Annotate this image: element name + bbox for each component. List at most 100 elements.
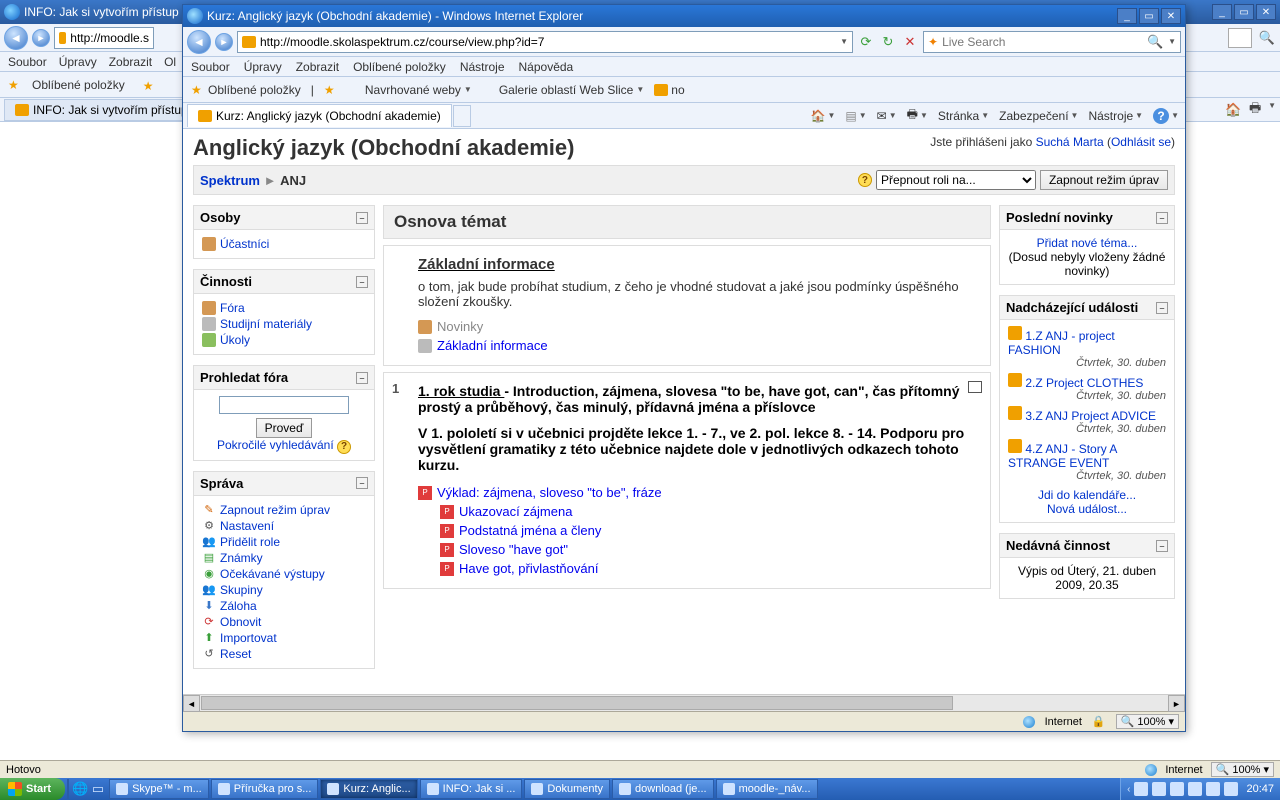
block-config-icon[interactable]: –	[356, 276, 368, 288]
compat-view-icon[interactable]: ⟳	[857, 33, 875, 51]
resource-link[interactable]: Výklad: zájmena, sloveso "to be", fráze	[437, 485, 662, 500]
taskbar-item[interactable]: Skype™ - m...	[109, 779, 209, 799]
turn-editing-on-button[interactable]: Zapnout režim úprav	[1040, 170, 1168, 190]
topic-only-icon[interactable]	[968, 381, 982, 393]
admin-item[interactable]: ⬆Importovat	[202, 630, 366, 646]
fg-horizontal-scrollbar[interactable]: ◄ ►	[183, 694, 1185, 711]
admin-link[interactable]: Importovat	[220, 631, 277, 645]
tray-icon[interactable]	[1188, 782, 1202, 796]
admin-link[interactable]: Přidělit role	[220, 535, 280, 549]
goto-calendar-link[interactable]: Jdi do kalendáře...	[1038, 488, 1136, 502]
admin-link[interactable]: Zapnout režim úprav	[220, 503, 330, 517]
scroll-thumb[interactable]	[201, 696, 953, 710]
admin-link[interactable]: Nastavení	[220, 519, 274, 533]
forum-search-input[interactable]	[219, 396, 349, 414]
advanced-search-link[interactable]: Pokročilé vyhledávání	[217, 438, 334, 452]
resources-link[interactable]: Studijní materiály	[220, 317, 312, 331]
menu-tools[interactable]: Nástroje	[460, 60, 505, 74]
bg-minimize-button[interactable]: _	[1212, 4, 1232, 20]
role-select[interactable]: Přepnout roli na...	[876, 170, 1036, 190]
admin-item[interactable]: ↺Reset	[202, 646, 366, 662]
tray-icon[interactable]	[1152, 782, 1166, 796]
admin-item[interactable]: ⚙Nastavení	[202, 518, 366, 534]
admin-item[interactable]: ⟳Obnovit	[202, 614, 366, 630]
bg-maximize-button[interactable]: ▭	[1234, 4, 1254, 20]
event-link[interactable]: 4.Z ANJ - Story A STRANGE EVENT	[1008, 442, 1117, 470]
admin-item[interactable]: 👥Přidělit role	[202, 534, 366, 550]
topic-0-title[interactable]: Základní informace	[418, 256, 555, 273]
block-config-icon[interactable]: –	[356, 372, 368, 384]
taskbar-item[interactable]: moodle-_náv...	[716, 779, 818, 799]
scroll-left-button[interactable]: ◄	[183, 695, 200, 712]
page-menu[interactable]: Stránka▼	[936, 109, 991, 123]
logout-link[interactable]: Odhlásit se	[1111, 135, 1171, 149]
block-config-icon[interactable]: –	[1156, 540, 1168, 552]
tray-icon[interactable]	[1170, 782, 1184, 796]
help-button[interactable]: ?▼	[1151, 108, 1181, 124]
fg-restore-button[interactable]: ▭	[1139, 8, 1159, 24]
basic-info-link[interactable]: Základní informace	[437, 338, 548, 353]
taskbar-item[interactable]: Kurz: Anglic...	[320, 779, 417, 799]
chevron-down-icon[interactable]: ▼	[1268, 101, 1276, 119]
assignments-link[interactable]: Úkoly	[220, 333, 250, 347]
stop-icon[interactable]: ✕	[901, 33, 919, 51]
refresh-icon[interactable]: ↻	[879, 33, 897, 51]
bg-back-button[interactable]: ◄	[4, 26, 28, 50]
tray-expand-icon[interactable]: ‹	[1127, 784, 1130, 795]
fg-minimize-button[interactable]: _	[1117, 8, 1137, 24]
admin-link[interactable]: Známky	[220, 551, 263, 565]
print-button[interactable]: 🖶▼	[905, 105, 930, 126]
print-icon[interactable]: 🖶	[1246, 101, 1264, 119]
fav-link-no[interactable]: no	[654, 83, 684, 97]
bg-close-button[interactable]: ✕	[1256, 4, 1276, 20]
bg-search-icon[interactable]: 🔍	[1258, 29, 1276, 47]
new-tab-button[interactable]	[453, 105, 471, 127]
help-icon[interactable]: ?	[337, 440, 351, 454]
admin-link[interactable]: Reset	[220, 647, 251, 661]
menu-help[interactable]: Nápověda	[519, 60, 574, 74]
fg-address-bar[interactable]: http://moodle.skolaspektrum.cz/course/vi…	[237, 31, 853, 53]
tray-clock[interactable]: 20:47	[1246, 783, 1274, 795]
tray-icon[interactable]	[1134, 782, 1148, 796]
resource-link[interactable]: Have got, přivlastňování	[459, 561, 598, 576]
participants-link[interactable]: Účastníci	[220, 237, 269, 251]
menu-edit[interactable]: Úpravy	[244, 60, 282, 74]
help-icon[interactable]: ?	[858, 173, 872, 187]
event-link[interactable]: 3.Z ANJ Project ADVICE	[1025, 409, 1156, 423]
event-link[interactable]: 2.Z Project CLOTHES	[1025, 376, 1143, 390]
news-forum-link[interactable]: Novinky	[437, 319, 483, 334]
menu-favorites[interactable]: Oblíbené položky	[353, 60, 446, 74]
taskbar-item[interactable]: Příručka pro s...	[211, 779, 319, 799]
bg-menu-edit[interactable]: Úpravy	[59, 55, 97, 69]
event-link[interactable]: 1.Z ANJ - project FASHION	[1008, 329, 1115, 357]
bg-menu-fav[interactable]: Ol	[164, 55, 176, 69]
home-button[interactable]: 🏠▼	[809, 109, 838, 123]
menu-file[interactable]: Soubor	[191, 60, 230, 74]
quick-launch-ie-icon[interactable]: 🌐	[71, 780, 89, 798]
tools-menu[interactable]: Nástroje▼	[1086, 109, 1145, 123]
quick-launch-desktop-icon[interactable]: ▭	[89, 780, 107, 798]
resource-link[interactable]: Podstatná jména a členy	[459, 523, 601, 538]
admin-item[interactable]: ▤Známky	[202, 550, 366, 566]
resource-link[interactable]: Sloveso "have got"	[459, 542, 568, 557]
admin-item[interactable]: ◉Očekávané výstupy	[202, 566, 366, 582]
fg-zoom[interactable]: 🔍 100% ▾	[1116, 714, 1179, 729]
bg-address-bar[interactable]: http://moodle.s	[54, 27, 154, 49]
block-config-icon[interactable]: –	[356, 212, 368, 224]
new-event-link[interactable]: Nová událost...	[1047, 502, 1127, 516]
start-button[interactable]: Start	[0, 778, 65, 800]
safety-menu[interactable]: Zabezpečení▼	[997, 109, 1080, 123]
fg-search-box[interactable]: ✦ Live Search 🔍 ▼	[923, 31, 1181, 53]
bg-zoom[interactable]: 🔍 100% ▾	[1211, 762, 1274, 777]
chevron-down-icon[interactable]: ▼	[1168, 37, 1176, 46]
taskbar-item[interactable]: download (je...	[612, 779, 714, 799]
admin-item[interactable]: ⬇Záloha	[202, 598, 366, 614]
admin-link[interactable]: Skupiny	[220, 583, 263, 597]
suggested-sites-link[interactable]: Navrhované weby ▼	[348, 83, 472, 97]
tray-icon[interactable]	[1224, 782, 1238, 796]
mail-button[interactable]: ✉▼	[875, 109, 899, 123]
favorites-button[interactable]: ★Oblíbené položky	[191, 83, 301, 97]
chevron-down-icon[interactable]: ▼	[840, 37, 848, 46]
fg-close-button[interactable]: ✕	[1161, 8, 1181, 24]
tray-icon[interactable]	[1206, 782, 1220, 796]
